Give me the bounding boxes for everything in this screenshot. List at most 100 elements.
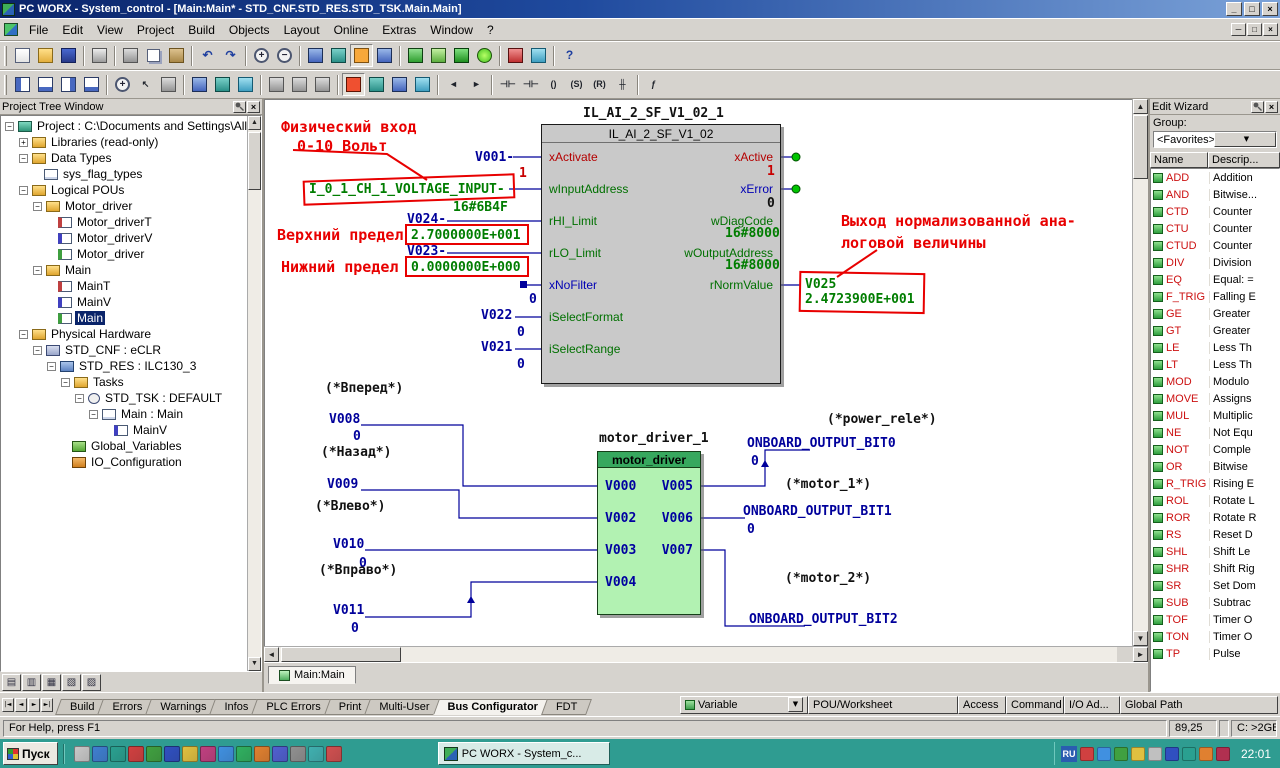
quick-launch-icon-5[interactable] [146, 746, 162, 762]
save-button[interactable] [57, 44, 80, 67]
quick-launch-icon-1[interactable] [74, 746, 90, 762]
pin-v007[interactable]: V007 [662, 543, 693, 558]
quick-launch-icon-9[interactable] [218, 746, 234, 762]
child-window-icon[interactable] [4, 23, 18, 36]
insert-function-block-button[interactable] [211, 73, 234, 96]
menu-[interactable]: ? [480, 20, 501, 40]
tree-item-std-cnf-eclr[interactable]: −STD_CNF : eCLR [1, 342, 261, 358]
toggle-grid-button[interactable] [265, 73, 288, 96]
message-tab-bus-configurator[interactable]: Bus Configurator [436, 699, 550, 715]
pin-iselectrange[interactable]: iSelectRange [549, 342, 620, 356]
wizard-row-ror[interactable]: RORRotate R [1151, 509, 1279, 526]
title-bar[interactable]: PC WORX - System_control - [Main:Main* -… [0, 0, 1280, 18]
menu-extras[interactable]: Extras [375, 20, 423, 40]
insert-variable-button[interactable] [188, 73, 211, 96]
insert-coil-reset-button[interactable]: (R) [588, 73, 611, 96]
tree-item-logical-pous[interactable]: −Logical POUs [1, 182, 261, 198]
wizard-row-shr[interactable]: SHRShift Rig [1151, 560, 1279, 577]
tab-nav-button-4[interactable]: ►| [41, 698, 53, 712]
editor-scroll-up-icon[interactable]: ▲ [1133, 99, 1148, 114]
tree-toggle-icon[interactable]: − [61, 378, 70, 387]
function-block-il-ai-2-sf[interactable]: IL_AI_2_SF_V1_02xActivatewInputAddressrH… [541, 124, 781, 384]
crossref-header-pou-worksheet[interactable]: POU/Worksheet [808, 696, 958, 714]
pin-xactivate[interactable]: xActivate [549, 150, 598, 164]
tree-item-main[interactable]: Main [1, 310, 261, 326]
wizard-row-eq[interactable]: EQEqual: = [1151, 271, 1279, 288]
start-button[interactable]: Пуск [3, 742, 58, 765]
quick-launch-icon-10[interactable] [236, 746, 252, 762]
editor-hscroll-thumb[interactable] [281, 647, 401, 662]
tray-icon-9[interactable] [1216, 747, 1230, 761]
message-tab-warnings[interactable]: Warnings [148, 699, 218, 715]
pin-xerror[interactable]: xError [740, 182, 773, 196]
edit-mode-button[interactable] [350, 44, 373, 67]
make-button[interactable] [404, 44, 427, 67]
tree-item-motor-driver[interactable]: −Motor_driver [1, 198, 261, 214]
project-tree[interactable]: −Project : C:\Documents and Settings\All… [0, 115, 262, 672]
editor-horizontal-scrollbar[interactable]: ◄ ► [264, 646, 1148, 662]
wizard-row-r-trig[interactable]: R_TRIGRising E [1151, 475, 1279, 492]
tray-icon-5[interactable] [1148, 747, 1162, 761]
pin-icon[interactable] [1251, 101, 1264, 113]
wizard-row-sr[interactable]: SRSet Dom [1151, 577, 1279, 594]
tree-view-button-2[interactable]: ▥ [22, 674, 41, 691]
redo-button[interactable]: ↷ [219, 44, 242, 67]
quick-launch-icon-15[interactable] [326, 746, 342, 762]
wizard-column-descrip[interactable]: Descrip... [1208, 152, 1280, 168]
tab-nav-button-1[interactable]: |◄ [2, 698, 14, 712]
tree-item-std-res-ilc130-3[interactable]: −STD_RES : ILC130_3 [1, 358, 261, 374]
insert-branch-button[interactable]: ╫ [611, 73, 634, 96]
language-indicator[interactable]: RU [1061, 746, 1077, 762]
tree-item-main[interactable]: −Main [1, 262, 261, 278]
quick-launch-icon-14[interactable] [308, 746, 324, 762]
io-list-button[interactable] [365, 73, 388, 96]
tree-toggle-icon[interactable]: − [19, 186, 28, 195]
wizard-row-lt[interactable]: LTLess Th [1151, 356, 1279, 373]
editor-scroll-down-icon[interactable]: ▼ [1133, 631, 1148, 646]
tab-nav-button-2[interactable]: ◄ [15, 698, 27, 712]
pin-v006[interactable]: V006 [662, 511, 693, 526]
pin-v000[interactable]: V000 [605, 479, 636, 494]
tree-item-motor-driverv[interactable]: Motor_driverV [1, 230, 261, 246]
tray-icon-8[interactable] [1199, 747, 1213, 761]
new-document-button[interactable] [11, 44, 34, 67]
wizard-column-name[interactable]: Name [1150, 152, 1208, 168]
tree-view-button-5[interactable]: ▨ [82, 674, 101, 691]
tray-icon-7[interactable] [1182, 747, 1196, 761]
message-tab-multi-user[interactable]: Multi-User [367, 699, 441, 715]
tree-item-mainv[interactable]: MainV [1, 422, 261, 438]
menu-objects[interactable]: Objects [222, 20, 277, 40]
close-button[interactable]: × [1262, 2, 1278, 16]
quick-launch-icon-8[interactable] [200, 746, 216, 762]
message-tab-plc-errors[interactable]: PLC Errors [254, 699, 332, 715]
instance-mode-button[interactable] [342, 73, 365, 96]
wizard-row-div[interactable]: DIVDivision [1151, 254, 1279, 271]
watch-window-button[interactable] [388, 73, 411, 96]
child-restore-button[interactable]: □ [1247, 23, 1262, 36]
wizard-row-ne[interactable]: NENot Equ [1151, 424, 1279, 441]
crossref-header-variable[interactable]: Variable▼ [680, 696, 808, 714]
wizard-row-tof[interactable]: TOFTimer O [1151, 611, 1279, 628]
close-icon[interactable]: × [247, 101, 260, 113]
insert-coil-set-button[interactable]: (S) [565, 73, 588, 96]
menu-build[interactable]: Build [181, 20, 222, 40]
layout-mode-button[interactable] [373, 44, 396, 67]
rebuild-project-button[interactable] [427, 44, 450, 67]
select-tool-button[interactable]: ↖ [134, 73, 157, 96]
wizard-row-gt[interactable]: GTGreater [1151, 322, 1279, 339]
function-block-motor-driver[interactable]: motor_driverV000V002V003V004V005V006V007 [597, 451, 701, 615]
group-select[interactable]: <Favorites> ▼ [1153, 131, 1277, 148]
tree-toggle-icon[interactable]: − [19, 154, 28, 163]
pin-winputaddress[interactable]: wInputAddress [549, 182, 628, 196]
pin-xactive[interactable]: xActive [734, 150, 773, 164]
paste-button[interactable] [165, 44, 188, 67]
menu-online[interactable]: Online [327, 20, 376, 40]
wizard-row-f-trig[interactable]: F_TRIGFalling E [1151, 288, 1279, 305]
quick-launch-icon-6[interactable] [164, 746, 180, 762]
tree-item-project-c-documents-and-settings-all-us[interactable]: −Project : C:\Documents and Settings\All… [1, 118, 261, 134]
pin-iselectformat[interactable]: iSelectFormat [549, 310, 623, 324]
tree-item-libraries-read-only[interactable]: +Libraries (read-only) [1, 134, 261, 150]
print-button[interactable] [88, 44, 111, 67]
wizard-row-le[interactable]: LELess Th [1151, 339, 1279, 356]
fbd-canvas[interactable]: IL_AI_2_SF_V1_02xActivatewInputAddressrH… [264, 99, 1132, 646]
